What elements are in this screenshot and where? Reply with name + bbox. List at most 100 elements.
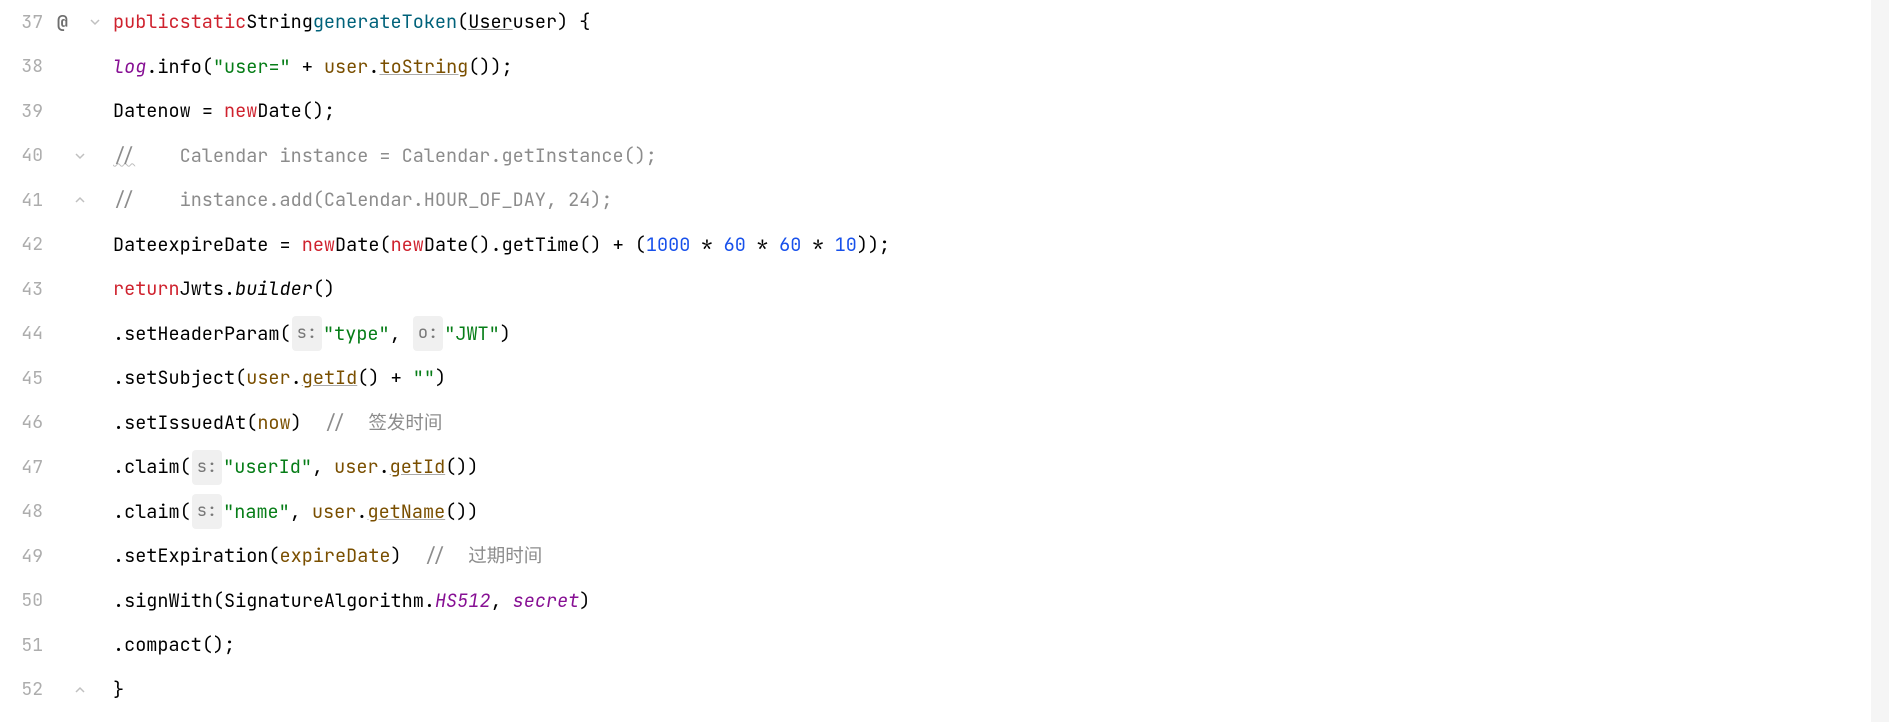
dot: . [379,449,390,485]
field-hs512: HS512 [435,583,491,619]
type-date: Date [113,93,157,129]
code-line-52[interactable]: } [113,668,1889,713]
mid: () + [357,360,413,396]
comma: , [312,449,334,485]
keyword-new: new [391,227,424,263]
tail: ) [435,360,446,396]
string-literal: "user=" [213,49,291,85]
param-type: User [468,4,512,40]
paren: ) [557,4,568,40]
paren: (). [468,227,501,263]
param-hint: s: [192,494,222,529]
type-date: Date [424,227,468,263]
code-line-37[interactable]: public static String generateToken(User … [113,0,1889,45]
dot: . [113,538,124,574]
comma: , [490,583,512,619]
dot: . [291,360,302,396]
code-line-51[interactable]: .compact(); [113,623,1889,668]
string-literal: "JWT" [444,316,500,352]
var-expiredate: expireDate [280,538,391,574]
gutter-line: 52 [0,668,105,713]
line-number: 51 [0,628,55,663]
line-number: 48 [0,494,55,529]
method-setsubject: setSubject [124,360,235,396]
annotation-icon[interactable]: @ [57,5,68,40]
close: ) [291,405,324,441]
tail: ()) [445,449,478,485]
gutter-line: 42 [0,223,105,268]
fold-up-icon[interactable] [73,683,87,697]
fold-up-icon[interactable] [73,193,87,207]
dot: . [113,583,124,619]
method-getname: getName [367,494,445,530]
gutter-line: 40 [0,134,105,179]
tail: ) [500,316,511,352]
star: * [801,227,834,263]
gutter-line: 46 [0,401,105,446]
keyword-new: new [302,227,335,263]
plus: + ( [602,227,646,263]
dot: . [224,271,235,307]
code-line-49[interactable]: .setExpiration(expireDate) // 过期时间 [113,534,1889,579]
scrollbar-track[interactable] [1871,0,1889,722]
plus: + [291,49,324,85]
line-number: 45 [0,361,55,396]
gutter-line: 41 [0,178,105,223]
code-line-44[interactable]: .setHeaderParam( s: "type", o: "JWT") [113,312,1889,357]
dot: . [113,627,124,663]
line-number: 50 [0,583,55,618]
dot: . [113,360,124,396]
code-line-40[interactable]: // Calendar instance = Calendar.getInsta… [113,134,1889,179]
gutter-icons [55,149,105,163]
code-line-50[interactable]: .signWith(SignatureAlgorithm.HS512, secr… [113,579,1889,624]
string-literal: "name" [223,494,290,530]
code-line-48[interactable]: .claim( s: "name", user.getName()) [113,490,1889,535]
line-number: 46 [0,405,55,440]
close: ) [391,538,424,574]
param-user: user [324,49,368,85]
line-number: 39 [0,94,55,129]
comment-text: 签发时间 [346,405,442,441]
line-number: 52 [0,672,55,707]
number: 60 [779,227,801,263]
code-area[interactable]: public static String generateToken(User … [105,0,1889,712]
code-line-46[interactable]: .setIssuedAt(now) // 签发时间 [113,401,1889,446]
gutter-line: 48 [0,490,105,535]
fold-down-icon[interactable] [73,149,87,163]
string-literal: "userId" [223,449,312,485]
line-number: 42 [0,227,55,262]
code-line-45[interactable]: .setSubject(user.getId() + "") [113,356,1889,401]
param-name: user [513,4,557,40]
brace-close: } [113,672,124,708]
brace-open: { [568,4,590,40]
code-line-42[interactable]: Date expireDate = new Date(new Date().ge… [113,223,1889,268]
dot: . [113,494,124,530]
line-number: 40 [0,138,55,173]
gutter-line: 47 [0,445,105,490]
code-line-38[interactable]: log.info("user=" + user.toString()); [113,45,1889,90]
paren: ( [213,583,224,619]
var-now: now [257,405,290,441]
code-editor[interactable]: 37 @ 38 39 40 41 42 [0,0,1889,712]
code-line-41[interactable]: // instance.add(Calendar.HOUR_OF_DAY, 24… [113,178,1889,223]
class-signaturealgorithm: SignatureAlgorithm [224,583,424,619]
var-now: now [157,93,190,129]
gutter-line: 44 [0,312,105,357]
gutter-line: 39 [0,89,105,134]
fold-down-icon[interactable] [88,15,102,29]
code-line-39[interactable]: Date now = new Date(); [113,89,1889,134]
star: * [690,227,723,263]
eq: = [268,227,301,263]
number: 10 [835,227,857,263]
tail: ()) [445,494,478,530]
code-line-43[interactable]: return Jwts.builder() [113,267,1889,312]
comma: , [290,494,312,530]
param-hint: s: [192,450,222,485]
code-line-47[interactable]: .claim( s: "userId", user.getId()) [113,445,1889,490]
method-signwith: signWith [124,583,213,619]
dot: . [356,494,367,530]
method-name: generateToken [313,4,457,40]
line-number: 47 [0,450,55,485]
gutter-line: 45 [0,356,105,401]
keyword-new: new [224,93,257,129]
